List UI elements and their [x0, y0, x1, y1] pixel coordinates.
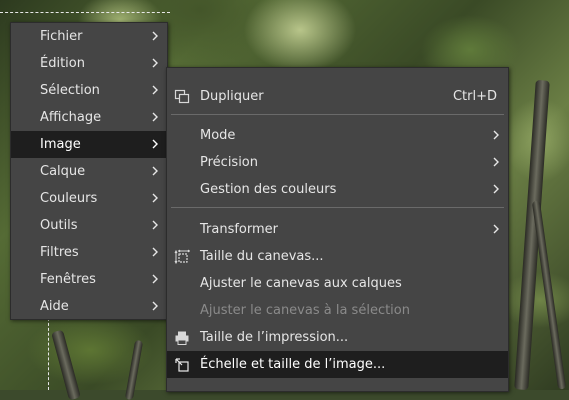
menu-item-label: Calque [40, 164, 86, 179]
chevron-right-icon [152, 166, 158, 176]
menu-item-label: Taille du canevas... [200, 249, 324, 264]
menu-item-help[interactable]: Aide [11, 293, 167, 320]
menu-item-label: Fenêtres [40, 272, 96, 287]
menu-item-colors[interactable]: Couleurs [11, 185, 167, 212]
selection-boundary [0, 12, 170, 13]
chevron-right-icon [152, 112, 158, 122]
menu-item-print-size[interactable]: Taille de l’impression... [167, 324, 508, 351]
menu-item-fit-canvas-to-layers[interactable]: Ajuster le canevas aux calques [167, 270, 508, 297]
tree-trunk-decoration [531, 200, 567, 390]
menu-item-tools[interactable]: Outils [11, 212, 167, 239]
menu-item-edit[interactable]: Édition [11, 50, 167, 77]
menu-item-label: Gestion des couleurs [200, 182, 337, 197]
menu-item-label: Mode [200, 128, 236, 143]
menu-separator [171, 207, 504, 208]
menu-item-label: Affichage [40, 110, 102, 125]
scale-image-icon [175, 358, 189, 372]
menu-item-image[interactable]: Image [11, 131, 167, 158]
chevron-right-icon [152, 31, 158, 41]
selection-boundary [48, 318, 49, 390]
chevron-right-icon [152, 139, 158, 149]
chevron-right-icon [152, 193, 158, 203]
menu-item-color-management[interactable]: Gestion des couleurs [167, 176, 508, 203]
menu-item-filters[interactable]: Filtres [11, 239, 167, 266]
menu-item-windows[interactable]: Fenêtres [11, 266, 167, 293]
menu-item-label: Précision [200, 155, 259, 170]
chevron-right-icon [152, 58, 158, 68]
tree-trunk-decoration [51, 329, 81, 400]
menu-item-transform[interactable]: Transformer [167, 216, 508, 243]
menu-item-label: Aide [40, 299, 69, 314]
menu-item-view[interactable]: Affichage [11, 104, 167, 131]
tree-trunk-decoration [124, 339, 144, 400]
chevron-right-icon [493, 184, 499, 194]
main-menu: Fichier Édition Sélection Affichage Imag… [10, 22, 168, 320]
menu-item-label: Filtres [40, 245, 79, 260]
canvas-size-icon [174, 249, 190, 265]
chevron-right-icon [152, 220, 158, 230]
menu-item-label: Fichier [40, 29, 83, 44]
menu-item-fit-canvas-to-selection[interactable]: Ajuster le canevas à la sélection [167, 297, 508, 324]
menu-item-label: Taille de l’impression... [200, 330, 349, 345]
menu-item-label: Outils [40, 218, 78, 233]
chevron-right-icon [152, 85, 158, 95]
chevron-right-icon [493, 224, 499, 234]
chevron-right-icon [493, 157, 499, 167]
shortcut-label: Ctrl+D [452, 89, 497, 104]
menu-item-label: Ajuster le canevas à la sélection [200, 303, 410, 318]
menu-item-label: Sélection [40, 83, 100, 98]
printer-icon [175, 331, 189, 345]
chevron-right-icon [152, 247, 158, 257]
menu-item-label: Échelle et taille de l’image... [200, 357, 386, 372]
chevron-right-icon [152, 274, 158, 284]
menu-item-layer[interactable]: Calque [11, 158, 167, 185]
menu-item-label: Image [40, 137, 81, 152]
menu-item-mode[interactable]: Mode [167, 122, 508, 149]
menu-item-duplicate[interactable]: Dupliquer Ctrl+D [167, 83, 508, 110]
menu-item-label: Transformer [200, 222, 279, 237]
menu-item-label: Ajuster le canevas aux calques [200, 276, 402, 291]
menu-item-canvas-size[interactable]: Taille du canevas... [167, 243, 508, 270]
menu-item-select[interactable]: Sélection [11, 77, 167, 104]
image-submenu: Dupliquer Ctrl+D Mode Précision Gestion … [166, 67, 509, 392]
menu-separator [171, 114, 504, 115]
chevron-right-icon [152, 301, 158, 311]
chevron-right-icon [493, 130, 499, 140]
menu-item-label: Édition [40, 56, 85, 71]
menu-item-precision[interactable]: Précision [167, 149, 508, 176]
menu-item-label: Dupliquer [200, 89, 264, 104]
duplicate-icon [174, 89, 190, 104]
menu-item-scale-image[interactable]: Échelle et taille de l’image... [167, 351, 508, 378]
menu-item-label: Couleurs [40, 191, 98, 206]
menu-item-file[interactable]: Fichier [11, 23, 167, 50]
